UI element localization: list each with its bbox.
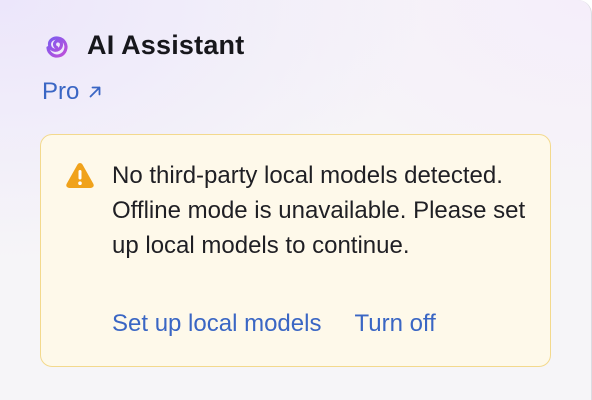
ai-assistant-spiral-icon — [41, 28, 75, 62]
offline-mode-warning: No third-party local models detected. Of… — [40, 134, 551, 367]
warning-actions: Set up local models Turn off — [112, 310, 436, 338]
warning-triangle-icon — [65, 161, 95, 189]
pro-plan-label: Pro — [42, 78, 80, 105]
ai-assistant-panel: AI Assistant Pro No third-party local mo… — [0, 0, 592, 400]
warning-message: No third-party local models detected. Of… — [112, 162, 526, 259]
pro-plan-link[interactable]: Pro — [42, 78, 103, 106]
set-up-local-models-link[interactable]: Set up local models — [112, 310, 321, 338]
external-arrow-icon — [87, 84, 103, 100]
panel-header: AI Assistant — [41, 26, 244, 64]
turn-off-link[interactable]: Turn off — [354, 310, 435, 338]
panel-title: AI Assistant — [87, 29, 245, 60]
